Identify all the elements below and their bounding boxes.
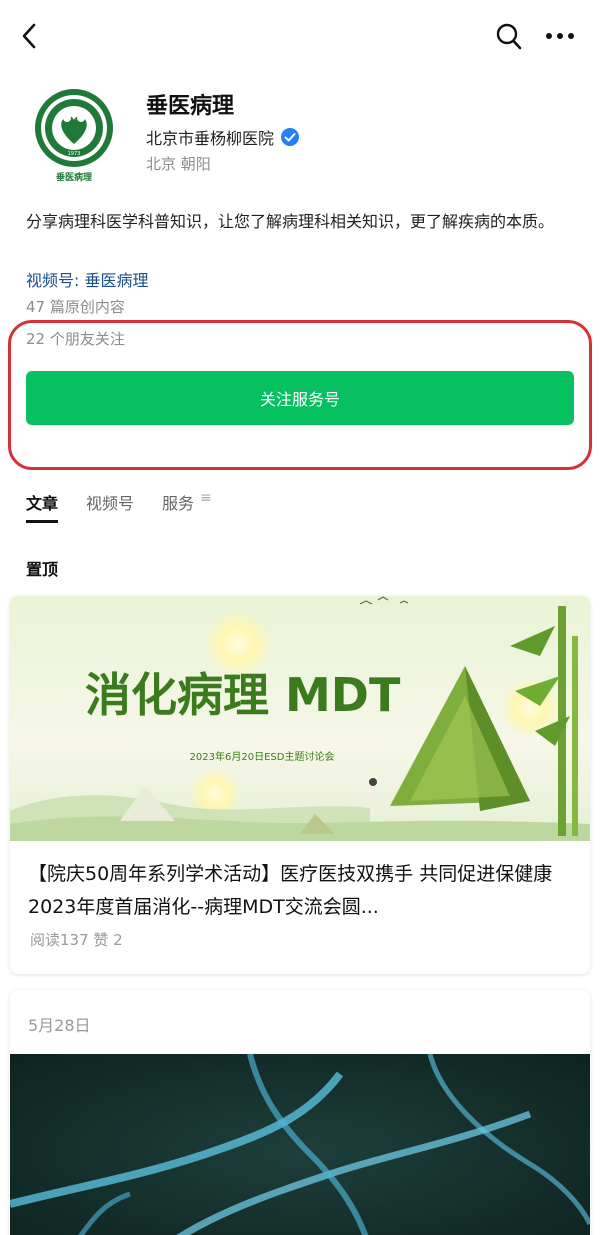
- more-icon[interactable]: [542, 20, 578, 52]
- pinned-label: 置顶: [26, 560, 59, 579]
- tab-articles[interactable]: 文章: [26, 490, 59, 524]
- tab-services[interactable]: 服务 ≡: [162, 490, 212, 524]
- article-date: 5月28日: [28, 1016, 91, 1035]
- article-meta: 阅读137 赞 2: [30, 931, 123, 949]
- article-image: [10, 1053, 590, 1235]
- tab-services-label: 服务: [162, 494, 195, 513]
- tab-channels[interactable]: 视频号: [86, 490, 134, 524]
- account-description: 分享病理科医学科普知识，让您了解病理科相关知识，更了解疾病的本质。: [26, 212, 555, 231]
- account-name: 垂医病理: [146, 94, 235, 119]
- channel-link[interactable]: 视频号: 垂医病理: [26, 267, 148, 291]
- follow-button[interactable]: 关注服务号: [26, 371, 574, 425]
- article-banner: 消化病理 MDT 2023年6月20日ESD主题讨论会: [10, 596, 590, 841]
- menu-icon: ≡: [200, 490, 212, 506]
- article-title[interactable]: 【院庆50周年系列学术活动】医疗医技双携手 共同促进保健康 2023年度首届消化…: [28, 858, 578, 924]
- tab-bar: 文章 视频号 服务 ≡: [26, 490, 240, 530]
- friends-following[interactable]: 22 个朋友关注: [26, 328, 125, 349]
- pinned-article-card[interactable]: 消化病理 MDT 2023年6月20日ESD主题讨论会 【院庆50周年系列学术活…: [10, 596, 590, 974]
- logo-text: 垂医病理: [56, 171, 92, 183]
- chevron-left-icon[interactable]: [16, 18, 44, 54]
- top-bar: [0, 0, 600, 72]
- organization-row: 北京市垂杨柳医院: [146, 125, 300, 149]
- article-card[interactable]: 5月28日: [10, 990, 590, 1235]
- account-logo: 1973 垂医病理: [34, 88, 120, 184]
- search-icon[interactable]: [494, 20, 524, 52]
- logo-year: 1973: [68, 151, 81, 157]
- banner-title: 消化病理 MDT: [85, 668, 401, 722]
- location: 北京 朝阳: [146, 155, 211, 173]
- organization-name[interactable]: 北京市垂杨柳医院: [146, 125, 274, 149]
- banner-subtitle: 2023年6月20日ESD主题讨论会: [190, 750, 335, 763]
- verified-icon: [281, 128, 300, 146]
- original-content-count[interactable]: 47 篇原创内容: [26, 296, 125, 317]
